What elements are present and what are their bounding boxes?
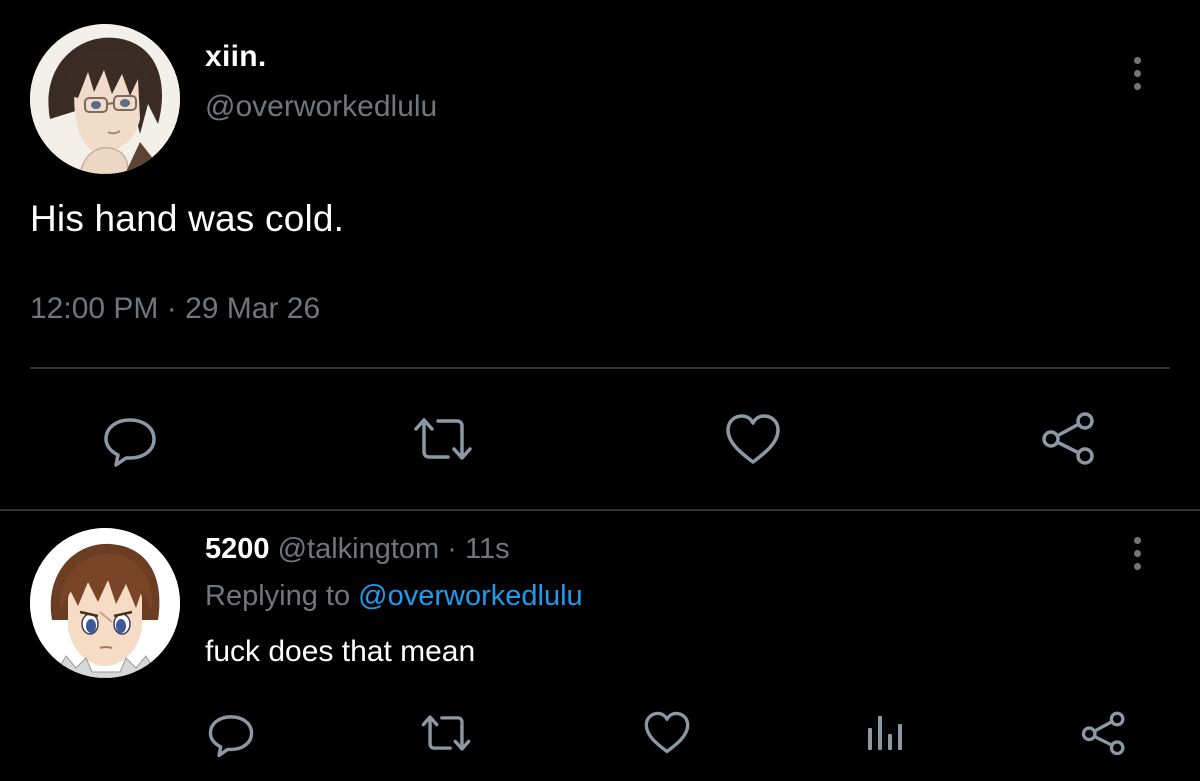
- divider: [0, 509, 1200, 511]
- reply-like-button[interactable]: [643, 710, 691, 755]
- reply-analytics-button[interactable]: [864, 712, 908, 752]
- reply-retweet-button[interactable]: [418, 712, 474, 754]
- reply-reply-button[interactable]: [207, 710, 255, 758]
- main-share-button[interactable]: [1040, 410, 1098, 466]
- reply-text: fuck does that mean: [205, 635, 476, 668]
- divider: [30, 367, 1170, 369]
- share-nodes-icon: [1042, 412, 1094, 465]
- reply-handle[interactable]: @talkingtom: [278, 533, 440, 565]
- main-tweet-text: His hand was cold.: [30, 198, 345, 239]
- main-tweet-display-name[interactable]: xiin.: [205, 40, 267, 74]
- retweet-arrows-icon: [421, 715, 471, 751]
- main-tweet-timestamp[interactable]: 12:00 PM · 29 Mar 26: [30, 292, 320, 326]
- main-retweet-button[interactable]: [410, 414, 476, 464]
- share-nodes-icon: [1081, 711, 1125, 756]
- heart-icon: [726, 414, 780, 464]
- replying-to-mention[interactable]: @overworkedlulu: [358, 580, 582, 612]
- reply-more-button[interactable]: [1122, 528, 1152, 578]
- main-tweet-handle[interactable]: @overworkedlulu: [205, 90, 437, 124]
- anime-boy-with-glasses-avatar-icon: [30, 24, 180, 174]
- replying-to-line: Replying to @overworkedlulu: [205, 580, 583, 613]
- reply-share-button[interactable]: [1080, 710, 1128, 756]
- main-like-button[interactable]: [724, 412, 782, 466]
- reply-separator: ·: [447, 533, 457, 565]
- reply-display-name[interactable]: 5200: [205, 533, 270, 565]
- main-tweet-avatar[interactable]: [30, 24, 180, 174]
- retweet-arrows-icon: [414, 418, 472, 460]
- reply-header: 5200 @talkingtom · 11s: [205, 533, 510, 566]
- main-tweet-more-button[interactable]: [1122, 48, 1152, 98]
- speech-bubble-icon: [104, 418, 156, 467]
- heart-icon: [644, 711, 690, 754]
- main-reply-button[interactable]: [102, 412, 158, 468]
- bar-chart-icon: [868, 716, 902, 750]
- reply-age[interactable]: 11s: [465, 533, 510, 565]
- vertical-dots-icon: [1133, 56, 1141, 64]
- reply-avatar[interactable]: [30, 528, 180, 678]
- speech-bubble-icon: [208, 715, 254, 758]
- replying-to-label: Replying to: [205, 580, 351, 612]
- anime-brown-hair-boy-avatar-icon: [30, 528, 180, 678]
- vertical-dots-icon: [1133, 536, 1141, 544]
